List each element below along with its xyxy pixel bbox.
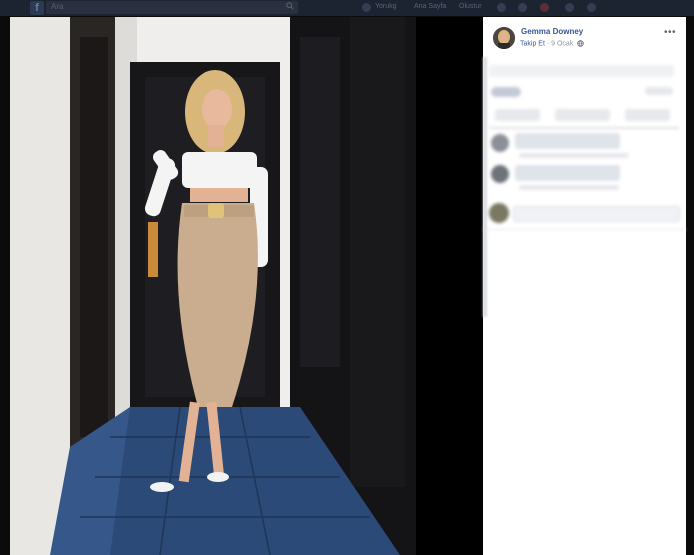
comment-input-placeholder[interactable] [513, 206, 680, 222]
post-date[interactable]: 9 Ocak [551, 40, 573, 47]
author-name-link[interactable]: Gemma Downey [521, 27, 583, 36]
divider-placeholder [489, 127, 679, 129]
photo-illustration [10, 17, 416, 555]
commenter-avatar [491, 134, 509, 152]
post-photo[interactable] [10, 17, 416, 555]
like-button-placeholder[interactable] [495, 109, 540, 121]
messenger-icon[interactable] [518, 3, 527, 12]
facebook-logo-icon[interactable]: f [30, 1, 44, 15]
panel-edge-shadow [483, 57, 487, 317]
comment-meta-placeholder [519, 185, 619, 190]
current-user-avatar [489, 203, 509, 223]
follow-button[interactable]: Takip Et [520, 40, 545, 47]
comment-placeholder [515, 165, 620, 181]
panel-bottom-divider [483, 229, 686, 230]
nav-home-link[interactable]: Ana Sayfa [414, 3, 446, 10]
nav-profile-link[interactable]: Yorukg [375, 3, 397, 10]
reactions-placeholder-icon [491, 87, 521, 97]
globe-icon [577, 40, 585, 47]
reaction-count-placeholder [645, 87, 673, 95]
help-icon[interactable] [565, 3, 574, 12]
top-navigation-bar: f Ara Yorukg Ana Sayfa Olustur [0, 0, 694, 16]
author-avatar[interactable] [493, 27, 515, 49]
post-details-panel: Gemma Downey Takip Et · 9 Ocak ••• [483, 17, 686, 555]
post-meta: Takip Et · 9 Ocak [520, 40, 585, 47]
comment-button-placeholder[interactable] [555, 109, 610, 121]
nav-create-link[interactable]: Olustur [459, 3, 482, 10]
comment-placeholder [515, 133, 620, 149]
search-placeholder: Ara [51, 2, 64, 11]
avatar-image [493, 27, 515, 49]
comment-meta-placeholder [519, 153, 629, 158]
account-menu-icon[interactable] [587, 3, 596, 12]
search-input[interactable]: Ara [46, 1, 298, 14]
notifications-icon[interactable] [540, 3, 549, 12]
friends-icon[interactable] [497, 3, 506, 12]
more-options-icon[interactable]: ••• [664, 27, 676, 38]
share-button-placeholder[interactable] [625, 109, 670, 121]
commenter-avatar [491, 165, 509, 183]
caption-placeholder [489, 65, 674, 77]
photo-letterbox [416, 17, 483, 555]
profile-avatar-icon[interactable] [362, 3, 371, 12]
search-icon[interactable] [286, 2, 294, 10]
